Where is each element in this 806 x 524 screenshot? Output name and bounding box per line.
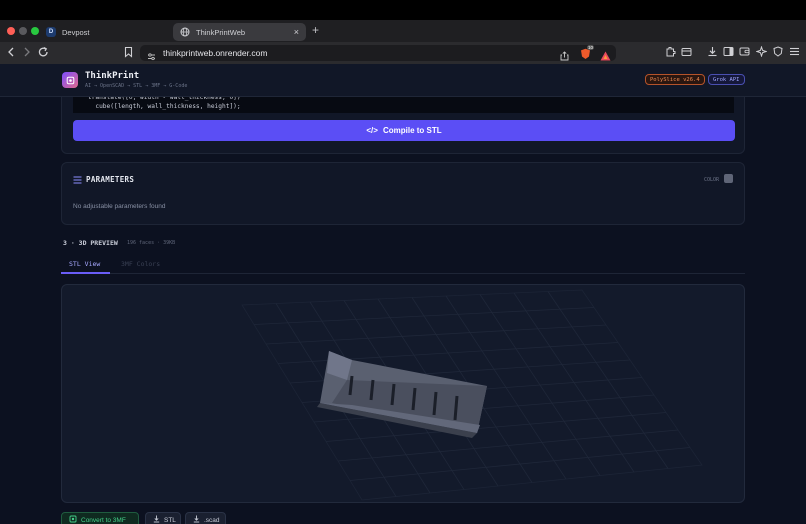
preview-meta: 196 faces · 39KB: [127, 240, 176, 246]
back-icon[interactable]: [7, 46, 15, 62]
leo-ai-icon[interactable]: [755, 45, 768, 61]
wallet-card-icon[interactable]: [739, 46, 750, 61]
compile-to-stl-button[interactable]: </> Compile to STL: [73, 120, 735, 141]
tab-devpost[interactable]: D Devpost: [39, 23, 169, 41]
parameters-card: PARAMETERS COLOR No adjustable parameter…: [61, 162, 745, 225]
convert-icon: [69, 515, 77, 524]
address-bar[interactable]: thinkprintweb.onrender.com 10: [140, 45, 616, 61]
tab-title: ThinkPrintWeb: [196, 27, 246, 37]
vpn-icon[interactable]: [773, 46, 783, 61]
color-picker[interactable]: [724, 174, 733, 183]
zoom-window-button[interactable]: [31, 27, 39, 35]
brand-tagline: AI → OpenSCAD → STL → 3MF → G-Code: [85, 83, 188, 89]
color-label: COLOR: [704, 177, 720, 183]
polyslice-version-badge: PolySlice v26.4: [645, 74, 705, 85]
extensions-icon[interactable]: [665, 46, 676, 61]
preview-section-title: 3 · 3D PREVIEW: [63, 239, 118, 247]
shields-count-badge: 10: [587, 45, 595, 50]
active-tab-indicator: [61, 272, 110, 274]
parameters-title: PARAMETERS: [86, 175, 135, 184]
brand-name: ThinkPrint: [85, 71, 140, 81]
compile-label: Compile to STL: [382, 126, 442, 135]
openscad-code-card: translate([0, width - wall_thickness, 0]…: [61, 90, 745, 154]
code-line: cube([length, wall_thickness, height]);: [73, 103, 241, 110]
preview-tabs: STL View 3MF Colors: [61, 256, 745, 274]
tab-stl-view[interactable]: STL View: [69, 260, 100, 268]
download-icon: [193, 515, 200, 524]
reload-icon[interactable]: [38, 46, 49, 62]
convert-to-3mf-button[interactable]: Convert to 3MF: [61, 512, 139, 524]
bookmark-icon[interactable]: [124, 46, 133, 62]
thinkprint-logo-icon: [62, 72, 78, 88]
new-tab-button[interactable]: +: [312, 23, 319, 37]
thinkprint-app: translate([0, width - wall_thickness, 0]…: [0, 64, 806, 524]
tab-thinkprintweb[interactable]: ThinkPrintWeb ×: [173, 23, 306, 41]
menu-icon[interactable]: [789, 46, 800, 61]
devpost-favicon-icon: D: [46, 27, 56, 37]
stl-model: [317, 351, 487, 438]
download-stl-button[interactable]: STL: [145, 512, 181, 524]
3d-viewer-canvas[interactable]: [61, 284, 745, 503]
tab-3mf-colors[interactable]: 3MF Colors: [121, 260, 160, 268]
download-stl-label: STL: [164, 516, 176, 524]
close-window-button[interactable]: [7, 27, 15, 35]
download-scad-label: .scad: [204, 516, 220, 524]
forward-icon[interactable]: [23, 46, 31, 62]
browser-toolbar: thinkprintweb.onrender.com 10: [0, 42, 806, 64]
no-parameters-message: No adjustable parameters found: [73, 203, 166, 210]
browser-tab-bar: D Devpost ThinkPrintWeb × +: [0, 20, 806, 42]
url-text: thinkprintweb.onrender.com: [163, 48, 268, 58]
sliders-icon: [73, 176, 82, 186]
download-icon: [153, 515, 160, 524]
convert-label: Convert to 3MF: [81, 516, 126, 524]
wallet-icon[interactable]: [681, 46, 692, 61]
grok-api-badge: Grok API: [708, 74, 745, 85]
app-header: ThinkPrint AI → OpenSCAD → STL → 3MF → G…: [0, 64, 806, 97]
download-scad-button[interactable]: .scad: [185, 512, 226, 524]
code-icon: </>: [366, 126, 378, 135]
download-icon[interactable]: [707, 46, 718, 61]
tab-title: Devpost: [62, 27, 90, 37]
close-tab-icon[interactable]: ×: [294, 27, 299, 37]
globe-icon: [180, 27, 190, 37]
sidebar-icon[interactable]: [723, 46, 734, 61]
minimize-window-button[interactable]: [19, 27, 27, 35]
